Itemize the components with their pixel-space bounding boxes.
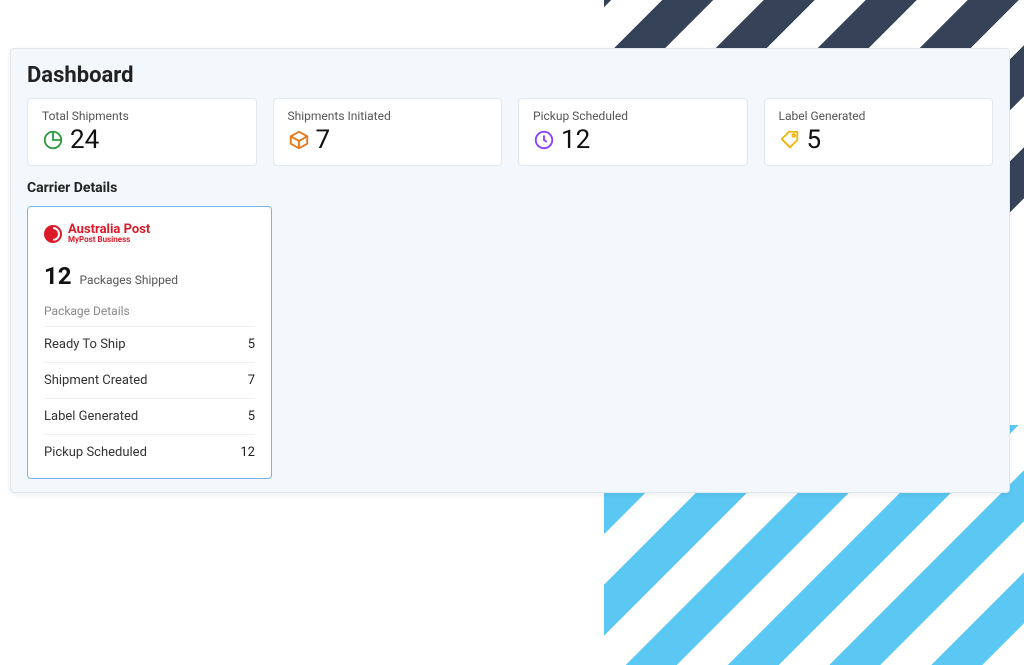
stat-label-generated: Label Generated 5 <box>764 98 994 166</box>
australia-post-mark-icon <box>44 225 62 243</box>
carrier-logo: Australia Post MyPost Business <box>44 223 255 244</box>
stat-value: 5 <box>807 127 822 153</box>
package-details-header: Package Details <box>44 304 255 318</box>
package-row-label: Label Generated <box>44 409 138 424</box>
stat-label: Total Shipments <box>42 109 242 123</box>
clock-icon <box>533 129 555 151</box>
carrier-sub-name: MyPost Business <box>68 236 150 244</box>
stat-total-shipments: Total Shipments 24 <box>27 98 257 166</box>
carrier-section-title: Carrier Details <box>27 180 993 196</box>
stat-value: 12 <box>561 127 590 153</box>
page-title: Dashboard <box>27 63 993 88</box>
tag-icon <box>779 129 801 151</box>
stat-pickup-scheduled: Pickup Scheduled 12 <box>518 98 748 166</box>
pie-chart-icon <box>42 129 64 151</box>
stat-value: 7 <box>316 127 331 153</box>
packages-shipped-caption: Packages Shipped <box>80 273 178 287</box>
stats-row: Total Shipments 24 Shipments Initiated <box>27 98 993 166</box>
package-row-pickup: Pickup Scheduled 12 <box>44 434 255 470</box>
package-row-label: Shipment Created <box>44 373 147 388</box>
stat-value: 24 <box>70 127 99 153</box>
package-row-created: Shipment Created 7 <box>44 362 255 398</box>
package-row-label: Pickup Scheduled <box>44 445 147 460</box>
package-row-value: 7 <box>248 373 255 388</box>
carrier-card[interactable]: Australia Post MyPost Business 12 Packag… <box>27 206 272 479</box>
package-row-label: Ready To Ship <box>44 337 126 352</box>
stat-shipments-initiated: Shipments Initiated 7 <box>273 98 503 166</box>
stat-label: Label Generated <box>779 109 979 123</box>
stat-label: Pickup Scheduled <box>533 109 733 123</box>
package-row-ready: Ready To Ship 5 <box>44 326 255 362</box>
package-row-label-generated: Label Generated 5 <box>44 398 255 434</box>
stat-label: Shipments Initiated <box>288 109 488 123</box>
package-row-value: 12 <box>240 445 255 460</box>
package-row-value: 5 <box>248 337 255 352</box>
box-icon <box>288 129 310 151</box>
packages-shipped-value: 12 <box>44 262 72 290</box>
package-row-value: 5 <box>248 409 255 424</box>
dashboard-panel: Dashboard Total Shipments 24 Shipments I… <box>10 48 1010 493</box>
